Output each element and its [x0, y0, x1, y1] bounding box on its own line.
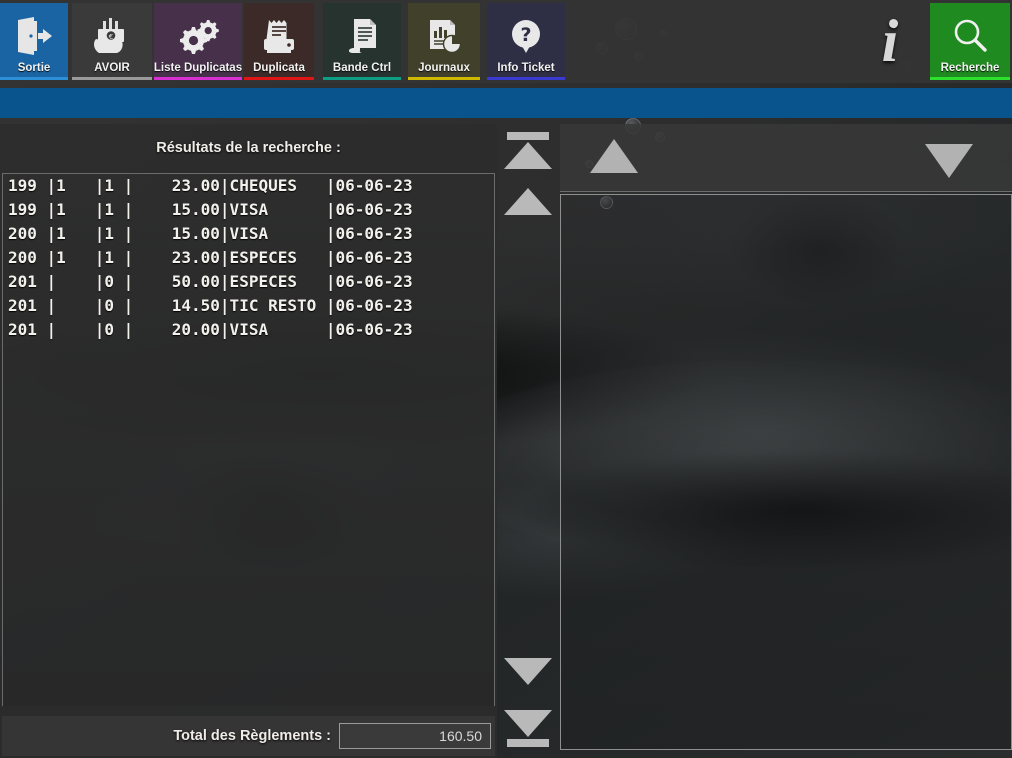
arrow-up-icon: [504, 188, 552, 215]
results-row[interactable]: 200 |1 |1 | 23.00|ESPECES |06-06-23: [3, 246, 494, 270]
toolbar-button-liste-duplicatas[interactable]: Liste Duplicatas: [154, 3, 242, 80]
results-row[interactable]: 200 |1 |1 | 15.00|VISA |06-06-23: [3, 222, 494, 246]
total-label: Total des Règlements :: [173, 728, 331, 744]
toolbar-button-avoir[interactable]: € AVOIR: [72, 3, 152, 80]
toolbar-button-underline: [72, 77, 152, 80]
toolbar-button-sortie[interactable]: Sortie: [0, 3, 68, 80]
toolbar-button-label: Liste Duplicatas: [153, 62, 243, 74]
scroll-strip: [497, 124, 560, 758]
toolbar-button-journaux[interactable]: Journaux: [408, 3, 480, 80]
toolbar-button-recherche[interactable]: Recherche: [930, 3, 1010, 80]
detail-scroll-up-button[interactable]: [590, 139, 638, 173]
blue-status-band: [0, 88, 1012, 118]
arrow-up-bar-icon: [507, 132, 549, 140]
results-row[interactable]: 199 |1 |1 | 23.00|CHEQUES |06-06-23: [3, 174, 494, 198]
toolbar-button-underline: [244, 77, 314, 80]
toolbar-button-label: Info Ticket: [497, 62, 555, 74]
results-list[interactable]: 199 |1 |1 | 23.00|CHEQUES |06-06-23 199 |…: [2, 173, 495, 706]
info-italic-icon[interactable]: i: [862, 4, 918, 78]
toolbar-button-duplicata[interactable]: Duplicata: [244, 3, 314, 80]
arrow-down-icon: [504, 658, 552, 685]
toolbar-button-bande-ctrl[interactable]: Bande Ctrl: [323, 3, 401, 80]
receipt-printer-icon: [259, 9, 299, 62]
info-glyph: i: [881, 8, 899, 74]
toolbar-button-underline: [408, 77, 480, 80]
scroll-document-icon: [343, 9, 381, 62]
svg-text:?: ?: [520, 24, 531, 46]
svg-text:€: €: [109, 33, 113, 41]
magnifier-icon: [950, 9, 990, 62]
toolbar-button-underline: [487, 77, 565, 80]
detail-panel-header: [560, 124, 1012, 192]
toolbar-button-underline: [0, 77, 68, 80]
top-toolbar: Sortie € AVOIR Liste Duplicatas Duplicat…: [0, 0, 1012, 83]
results-row[interactable]: 201 | |0 | 20.00|VISA |06-06-23: [3, 318, 494, 342]
scroll-first-button[interactable]: [504, 132, 552, 169]
detail-panel: [560, 124, 1012, 752]
results-panel: Résultats de la recherche : 199 |1 |1 | …: [0, 124, 497, 758]
total-bar: Total des Règlements : 160.50: [2, 716, 495, 756]
arrow-down-bar-icon: [507, 739, 549, 747]
toolbar-button-info-ticket[interactable]: ? Info Ticket: [487, 3, 565, 80]
question-bubble-icon: ?: [507, 9, 545, 62]
scroll-last-button[interactable]: [504, 710, 552, 747]
toolbar-button-underline: [154, 77, 242, 80]
toolbar-button-label: Duplicata: [253, 62, 305, 74]
toolbar-button-underline: [930, 77, 1010, 80]
arrow-up-icon: [590, 139, 638, 173]
total-value-text: 160.50: [439, 728, 482, 744]
results-title: Résultats de la recherche :: [156, 140, 341, 156]
detail-scroll-down-button[interactable]: [925, 144, 973, 178]
toolbar-button-underline: [323, 77, 401, 80]
toolbar-button-label: Bande Ctrl: [332, 62, 392, 74]
results-row[interactable]: 201 | |0 | 14.50|TIC RESTO |06-06-23: [3, 294, 494, 318]
arrow-up-icon: [504, 142, 552, 169]
gears-icon: [176, 9, 220, 62]
results-row[interactable]: 199 |1 |1 | 15.00|VISA |06-06-23: [3, 198, 494, 222]
total-value-field: 160.50: [339, 723, 491, 749]
toolbar-button-label: AVOIR: [94, 62, 130, 74]
arrow-down-icon: [925, 144, 973, 178]
exit-door-icon: [14, 9, 54, 62]
arrow-down-icon: [504, 710, 552, 737]
results-row[interactable]: 201 | |0 | 50.00|ESPECES |06-06-23: [3, 270, 494, 294]
scroll-up-button[interactable]: [504, 188, 552, 215]
toolbar-button-label: Journaux: [418, 62, 470, 74]
toolbar-button-label: Sortie: [17, 62, 51, 74]
detail-panel-body[interactable]: [560, 194, 1012, 750]
toolbar-button-label: Recherche: [940, 62, 1000, 74]
scroll-down-button[interactable]: [504, 658, 552, 685]
report-chart-icon: [424, 9, 464, 62]
hand-money-icon: €: [91, 9, 133, 62]
